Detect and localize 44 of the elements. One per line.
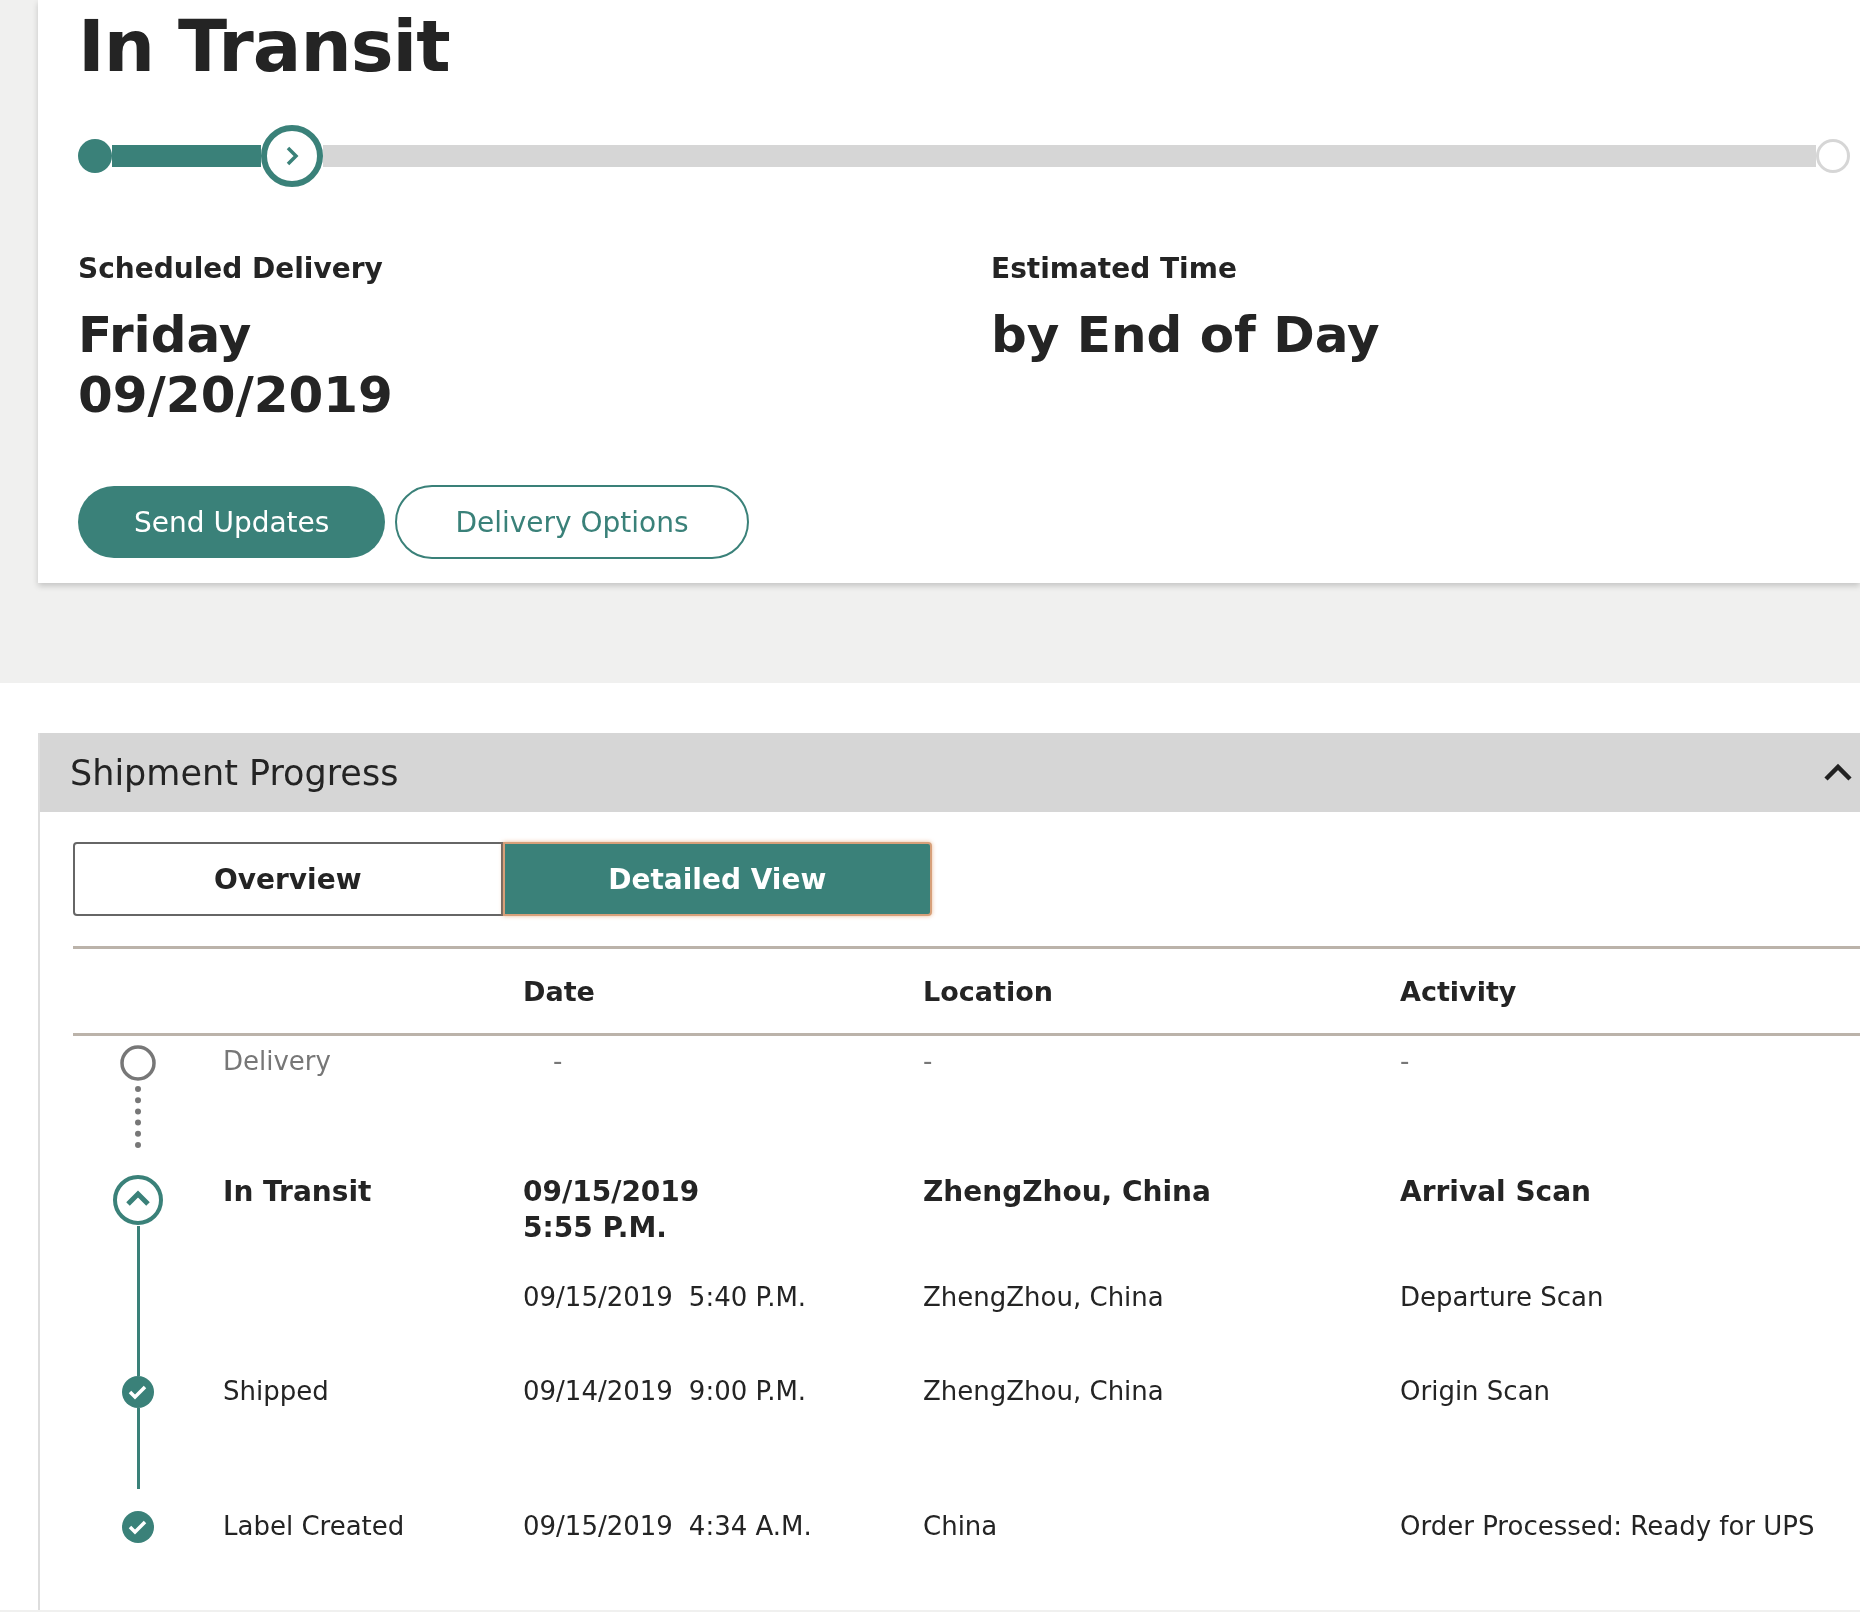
status-title: In Transit	[78, 3, 450, 90]
section-title: Shipment Progress	[70, 752, 399, 793]
time-text: 4:34 A.M.	[688, 1511, 812, 1541]
chevron-circle-icon	[112, 1174, 164, 1226]
view-tab[interactable]: Detailed View	[502, 842, 932, 916]
status-label: Label Created	[223, 1511, 405, 1541]
connector-line	[135, 1086, 141, 1148]
check-circle-icon	[122, 1511, 154, 1543]
delivery-date: Friday 09/20/2019	[78, 305, 393, 425]
activity-text: Departure Scan	[1400, 1282, 1604, 1312]
date-text: 09/15/2019 5:55 P.M.	[523, 1174, 701, 1246]
time-text: 5:40 P.M.	[688, 1282, 807, 1312]
date-text: 09/14/2019	[523, 1376, 673, 1406]
status-label: Shipped	[223, 1376, 329, 1406]
date-text: 09/15/2019	[523, 1511, 673, 1541]
time-text: 9:00 P.M.	[688, 1376, 807, 1406]
location-text: ZhengZhou, China	[923, 1376, 1164, 1406]
send-updates-button[interactable]: Send Updates	[78, 486, 386, 558]
column-header: Location	[923, 975, 1053, 1007]
status-label: Delivery	[223, 1046, 331, 1076]
empty-circle-icon	[119, 1044, 157, 1082]
end-ring-icon	[1816, 139, 1850, 173]
activity-text: Origin Scan	[1400, 1376, 1551, 1406]
section-header[interactable]: Shipment Progress	[40, 733, 1860, 812]
date-text: 09/15/2019	[523, 1282, 673, 1312]
scheduled-delivery-label: Scheduled Delivery	[78, 252, 383, 285]
location-text: ZhengZhou, China	[923, 1174, 1211, 1210]
view-tab[interactable]: Overview	[73, 842, 503, 916]
activity-text: Order Processed: Ready for UPS	[1400, 1511, 1815, 1541]
location-text: ZhengZhou, China	[923, 1282, 1164, 1312]
activity-text: Arrival Scan	[1400, 1174, 1591, 1210]
chevron-right-icon	[285, 145, 300, 167]
estimated-time-label: Estimated Time	[991, 252, 1237, 285]
location-text: -	[923, 1046, 933, 1076]
date-text: -	[553, 1046, 563, 1076]
status-label: In Transit	[223, 1174, 372, 1210]
column-header: Activity	[1400, 975, 1517, 1007]
estimated-time: by End of Day	[991, 305, 1380, 365]
delivery-options-button[interactable]: Delivery Options	[395, 485, 749, 559]
column-header: Date	[523, 975, 595, 1007]
location-text: China	[923, 1511, 998, 1541]
activity-text: -	[1400, 1046, 1410, 1076]
check-circle-icon	[122, 1376, 154, 1408]
start-dot-icon	[78, 139, 112, 173]
